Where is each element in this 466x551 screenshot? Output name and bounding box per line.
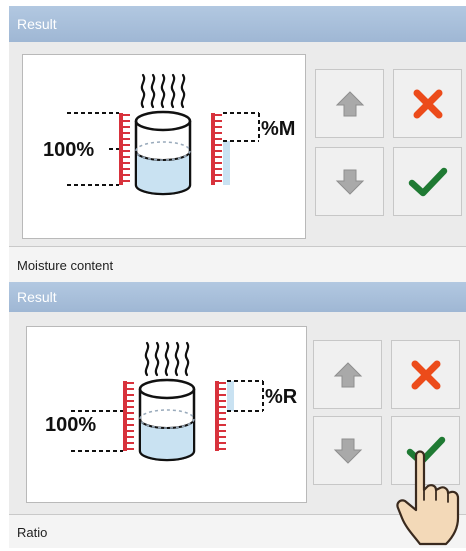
right-scale bbox=[215, 380, 264, 451]
steam-icon bbox=[144, 341, 190, 377]
panel-title: Result bbox=[9, 282, 466, 312]
footer-label: Moisture content bbox=[9, 246, 466, 283]
moisture-illustration: 100% %M bbox=[22, 54, 306, 239]
result-unit-label: %M bbox=[261, 118, 295, 140]
scroll-up-button[interactable] bbox=[313, 340, 382, 409]
arrow-up-icon bbox=[333, 361, 362, 387]
cancel-button[interactable] bbox=[391, 340, 460, 409]
scroll-down-button[interactable] bbox=[313, 416, 382, 485]
hand-pointer-icon bbox=[396, 450, 460, 546]
cross-icon bbox=[411, 360, 440, 389]
checkmark-icon bbox=[408, 167, 447, 196]
percent-label: 100% bbox=[43, 139, 94, 161]
percent-label: 100% bbox=[45, 414, 96, 436]
scroll-down-button[interactable] bbox=[315, 147, 384, 216]
cancel-button[interactable] bbox=[393, 69, 462, 138]
result-panel-moisture: Result 100% %M Moisture content bbox=[9, 6, 466, 283]
scroll-up-button[interactable] bbox=[315, 69, 384, 138]
arrow-down-icon bbox=[333, 438, 362, 464]
panel-title: Result bbox=[9, 6, 466, 42]
result-unit-label: %R bbox=[265, 386, 298, 408]
confirm-button[interactable] bbox=[393, 147, 462, 216]
drying-container-icon: 100% %R bbox=[45, 341, 298, 462]
right-scale bbox=[211, 112, 260, 185]
steam-icon bbox=[140, 73, 186, 109]
drying-container-icon: 100% %M bbox=[43, 73, 295, 196]
arrow-down-icon bbox=[335, 169, 364, 195]
cross-icon bbox=[413, 89, 442, 118]
arrow-up-icon bbox=[335, 90, 364, 116]
ratio-illustration: 100% %R bbox=[26, 326, 307, 503]
